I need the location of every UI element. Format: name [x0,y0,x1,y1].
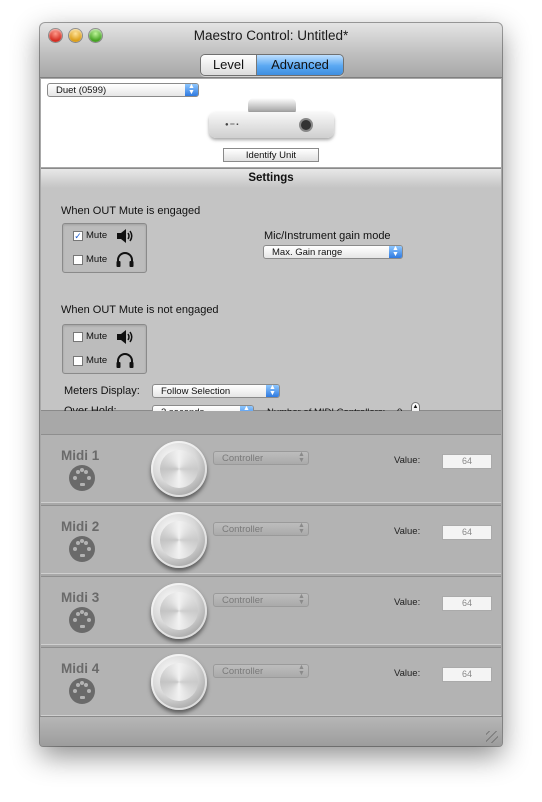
mute-engaged-label: When OUT Mute is engaged [61,205,201,217]
midi-knob[interactable] [151,654,207,710]
app-window: Maestro Control: Untitled* Level Advance… [40,23,502,746]
section-divider [41,411,501,433]
mute-not-engaged-label: When OUT Mute is not engaged [61,304,219,316]
midi-controller-value: Controller [222,666,264,677]
midi-row-name: Midi 3 [61,590,100,605]
midi-value-label: Value: [394,668,421,679]
identify-unit-button[interactable]: Identify Unit [223,148,319,162]
gain-mode-select[interactable]: Max. Gain range ▲ ▼ [263,245,403,259]
title-bar: Maestro Control: Untitled* Level Advance… [40,23,502,78]
mute-not-engaged-speaker-label: Mute [86,331,108,342]
mute-engaged-speaker-checkbox[interactable]: ✓ [73,231,83,241]
midi-value-field[interactable]: 64 [442,525,492,540]
mute-not-engaged-headphones-label: Mute [86,355,108,366]
headphones-icon [116,353,134,368]
midi-row: Midi 3 Controller ▲ ▼ Value: 64 [41,576,501,645]
mute-engaged-speaker-label: Mute [86,230,108,241]
device-selector[interactable]: Duet (0599) ▲ ▼ [47,83,199,97]
midi-controller-select[interactable]: Controller ▲ ▼ [213,522,309,536]
view-tabs: Level Advanced [200,54,344,76]
popup-arrows-icon: ▲▼ [266,384,279,397]
speaker-icon [117,330,133,344]
midi-row-name: Midi 1 [61,448,100,463]
gain-mode-label: Mic/Instrument gain mode [264,230,391,242]
popup-arrows-icon: ▲▼ [298,522,305,535]
midi-value-field[interactable]: 64 [442,667,492,682]
popup-arrows-icon: ▲▼ [185,83,198,96]
popup-arrows-icon: ▲▼ [298,593,305,606]
mute-engaged-headphones-checkbox[interactable] [73,255,83,265]
midi-controller-value: Controller [222,524,264,535]
midi-row: Midi 2 Controller ▲ ▼ Value: 64 [41,505,501,574]
mute-not-engaged-headphones-checkbox[interactable] [73,356,83,366]
mute-not-engaged-speaker-checkbox[interactable] [73,332,83,342]
midi-din-port-icon [69,465,95,491]
device-selector-value: Duet (0599) [56,85,107,96]
bottom-bar [40,716,502,746]
settings-panel: When OUT Mute is engaged ✓ Mute Mute Whe… [41,188,501,420]
midi-value-field[interactable]: 64 [442,596,492,611]
midi-controller-select[interactable]: Controller ▲ ▼ [213,451,309,465]
mute-not-engaged-group: Mute Mute [62,324,147,374]
resize-grip-icon[interactable] [486,731,498,743]
midi-controller-select[interactable]: Controller ▲ ▼ [213,593,309,607]
settings-header: Settings [41,168,501,189]
midi-knob[interactable] [151,512,207,568]
midi-controller-value: Controller [222,453,264,464]
device-area: Duet (0599) ▲ ▼ ● ═ ▪ Identify Unit [41,79,501,167]
meters-display-select[interactable]: Follow Selection ▲ ▼ [152,384,280,398]
popup-arrows-icon: ▲▼ [298,664,305,677]
mute-engaged-group: ✓ Mute Mute [62,223,147,273]
tab-level[interactable]: Level [201,55,257,75]
midi-controller-select[interactable]: Controller ▲ ▼ [213,664,309,678]
duet-device-image: ● ═ ▪ [209,98,334,138]
midi-row: Midi 1 Controller ▲ ▼ Value: 64 [41,434,501,503]
meters-display-value: Follow Selection [161,386,231,397]
device-indicator-icon: ● ═ ▪ [225,122,239,128]
midi-knob[interactable] [151,441,207,497]
tab-advanced[interactable]: Advanced [257,55,343,75]
midi-controller-value: Controller [222,595,264,606]
midi-din-port-icon [69,678,95,704]
mute-engaged-headphones-label: Mute [86,254,108,265]
midi-value-label: Value: [394,526,421,537]
midi-row-name: Midi 4 [61,661,100,676]
midi-value-label: Value: [394,597,421,608]
headphone-jack-icon [301,120,311,130]
popup-arrows-icon: ▲▼ [298,451,305,464]
midi-row-name: Midi 2 [61,519,100,534]
gain-mode-value: Max. Gain range [272,247,343,258]
speaker-icon [117,229,133,243]
midi-din-port-icon [69,607,95,633]
midi-value-label: Value: [394,455,421,466]
popup-arrows-icon: ▲▼ [389,245,402,258]
window-title: Maestro Control: Untitled* [193,28,349,43]
meters-display-label: Meters Display: [64,385,140,397]
midi-row: Midi 4 Controller ▲ ▼ Value: 64 [41,647,501,716]
headphones-icon [116,252,134,267]
midi-din-port-icon [69,536,95,562]
midi-value-field[interactable]: 64 [442,454,492,469]
midi-knob[interactable] [151,583,207,639]
